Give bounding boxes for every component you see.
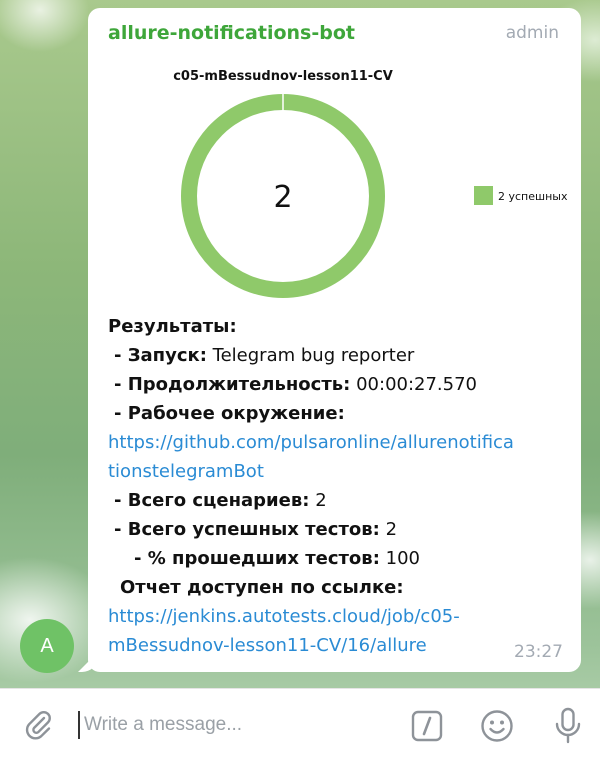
- total-label: - Всего сценариев:: [114, 490, 310, 511]
- env-label: - Рабочее окружение:: [114, 403, 345, 424]
- composer-bar: [0, 688, 600, 758]
- slash-command-icon[interactable]: [411, 710, 443, 742]
- chart-center-label: 2: [273, 180, 292, 215]
- duration-row: - Продолжительность: 00:00:27.570: [108, 370, 568, 399]
- report-label: Отчет доступен по ссылке:: [120, 577, 404, 598]
- microphone-icon[interactable]: [553, 707, 583, 745]
- passed-label: - Всего успешных тестов:: [114, 519, 380, 540]
- chat-area: allure-notifications-bot admin c05-mBess…: [0, 0, 600, 688]
- percent-label: - % прошедших тестов:: [134, 548, 380, 569]
- env-link-line1[interactable]: https://github.com/pulsaronline/allureno…: [108, 432, 514, 453]
- launch-label: - Запуск:: [114, 345, 207, 366]
- launch-row: - Запуск: Telegram bug reporter: [108, 341, 568, 370]
- env-link-continued[interactable]: tionstelegramBot: [108, 457, 568, 486]
- report-link[interactable]: https://jenkins.autotests.cloud/job/c05-: [108, 602, 568, 631]
- duration-value: 00:00:27.570: [356, 374, 478, 395]
- paperclip-icon[interactable]: [22, 709, 54, 741]
- chart-title: c05-mBessudnov-lesson11-CV: [173, 69, 393, 84]
- percent-value: 100: [385, 548, 420, 569]
- env-link[interactable]: https://github.com/pulsaronline/allureno…: [108, 428, 568, 457]
- passed-value: 2: [385, 519, 398, 540]
- smiley-icon[interactable]: [480, 709, 514, 743]
- sender-name[interactable]: allure-notifications-bot: [108, 22, 355, 44]
- report-link-continued[interactable]: mBessudnov-lesson11-CV/16/allure: [108, 631, 568, 660]
- total-value: 2: [315, 490, 327, 511]
- report-heading: Результаты:: [108, 316, 237, 337]
- duration-label: - Продолжительность:: [114, 374, 351, 395]
- launch-value: Telegram bug reporter: [212, 345, 415, 366]
- message-input[interactable]: [78, 711, 378, 739]
- report-link-line1[interactable]: https://jenkins.autotests.cloud/job/c05-: [108, 606, 460, 627]
- report-text: Результаты: - Запуск: Telegram bug repor…: [108, 312, 568, 660]
- total-row: - Всего сценариев: 2: [108, 486, 568, 515]
- report-link-line2[interactable]: mBessudnov-lesson11-CV/16/allure: [108, 635, 427, 656]
- env-link-line2[interactable]: tionstelegramBot: [108, 461, 264, 482]
- legend-label: 2 успешных: [498, 190, 568, 203]
- donut-chart[interactable]: c05-mBessudnov-lesson11-CV 2 2 успешных: [108, 56, 568, 306]
- passed-row: - Всего успешных тестов: 2: [108, 515, 568, 544]
- avatar[interactable]: A: [20, 619, 74, 673]
- sender-role: admin: [505, 23, 559, 43]
- chart-svg: c05-mBessudnov-lesson11-CV 2 2 успешных: [173, 69, 568, 298]
- message-time: 23:27: [514, 642, 563, 662]
- percent-row: - % прошедших тестов: 100: [108, 544, 568, 573]
- legend-swatch: [474, 186, 493, 205]
- message-bubble[interactable]: allure-notifications-bot admin c05-mBess…: [88, 8, 581, 672]
